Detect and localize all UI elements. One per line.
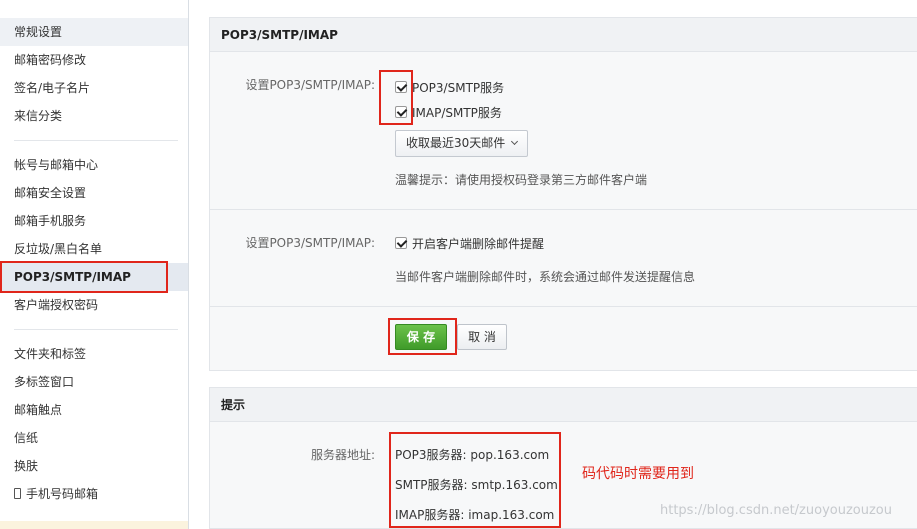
imap-smtp-label: IMAP/SMTP服务 (412, 106, 502, 120)
pop3-server-address: POP3服务器: pop.163.com (395, 448, 550, 462)
imap-smtp-checkbox[interactable] (395, 106, 407, 118)
pop3-smtp-checkbox[interactable] (395, 81, 407, 93)
sidebar-item-phone-mailbox[interactable]: 手机号码邮箱 (0, 480, 188, 508)
imap-server-address: IMAP服务器: imap.163.com (395, 508, 555, 522)
sidebar-item-skin[interactable]: 换肤 (0, 452, 188, 480)
delete-alert-row-label: 设置POP3/SMTP/IMAP: (245, 236, 375, 250)
sidebar-item-client-auth-code[interactable]: 客户端授权密码 (0, 291, 188, 319)
delete-alert-label: 开启客户端删除邮件提醒 (412, 237, 545, 251)
sidebar-item-mail-filter[interactable]: 来信分类 (0, 102, 188, 130)
settings-sidebar: 常规设置 邮箱密码修改 签名/电子名片 来信分类 帐号与邮箱中心 邮箱安全设置 … (0, 0, 189, 529)
cancel-button[interactable]: 取 消 (457, 324, 507, 350)
save-button[interactable]: 保 存 (395, 324, 447, 350)
section-divider (210, 306, 917, 307)
chevron-down-icon (511, 137, 519, 146)
watermark-text: https://blog.csdn.net/zuoyouzouzou (660, 503, 892, 518)
pop3-settings-panel: POP3/SMTP/IMAP 设置POP3/SMTP/IMAP: POP3/SM… (209, 17, 917, 371)
pop3-smtp-label: POP3/SMTP服务 (412, 81, 505, 95)
sidebar-item-signature[interactable]: 签名/电子名片 (0, 74, 188, 102)
mobile-phone-icon (14, 488, 21, 499)
sidebar-item-antispam[interactable]: 反垃圾/黑白名单 (0, 235, 188, 263)
sidebar-divider (14, 140, 178, 141)
sidebar-item-general-settings[interactable]: 常规设置 (0, 18, 188, 46)
sidebar-divider (14, 329, 178, 330)
sidebar-item-account-center[interactable]: 帐号与邮箱中心 (0, 151, 188, 179)
delete-alert-checkbox[interactable] (395, 237, 407, 249)
annotation-note: 码代码时需要用到 (582, 466, 694, 482)
sidebar-item-pop3-smtp-imap[interactable]: POP3/SMTP/IMAP (0, 263, 188, 291)
sidebar-bottom-strip (0, 521, 188, 529)
panel-title: POP3/SMTP/IMAP (210, 18, 917, 52)
server-address-label: 服务器地址: (310, 448, 375, 462)
auth-code-tip: 温馨提示：请使用授权码登录第三方邮件客户端 (395, 173, 648, 187)
sidebar-item-password-change[interactable]: 邮箱密码修改 (0, 46, 188, 74)
section-divider (210, 209, 917, 210)
sidebar-item-mobile-service[interactable]: 邮箱手机服务 (0, 207, 188, 235)
tips-panel-title: 提示 (210, 388, 917, 422)
sidebar-item-security[interactable]: 邮箱安全设置 (0, 179, 188, 207)
smtp-server-address: SMTP服务器: smtp.163.com (395, 478, 558, 492)
receive-range-value: 收取最近30天邮件 (406, 136, 506, 150)
receive-range-select[interactable]: 收取最近30天邮件 (395, 130, 529, 157)
sidebar-item-stationery[interactable]: 信纸 (0, 424, 188, 452)
sidebar-item-label: 手机号码邮箱 (26, 487, 99, 501)
sidebar-item-multi-tab[interactable]: 多标签窗口 (0, 368, 188, 396)
sidebar-item-mail-touchpoint[interactable]: 邮箱触点 (0, 396, 188, 424)
delete-alert-note: 当邮件客户端删除邮件时，系统会通过邮件发送提醒信息 (395, 270, 696, 284)
sidebar-item-folders-tags[interactable]: 文件夹和标签 (0, 340, 188, 368)
pop3-row-label: 设置POP3/SMTP/IMAP: (245, 78, 375, 92)
